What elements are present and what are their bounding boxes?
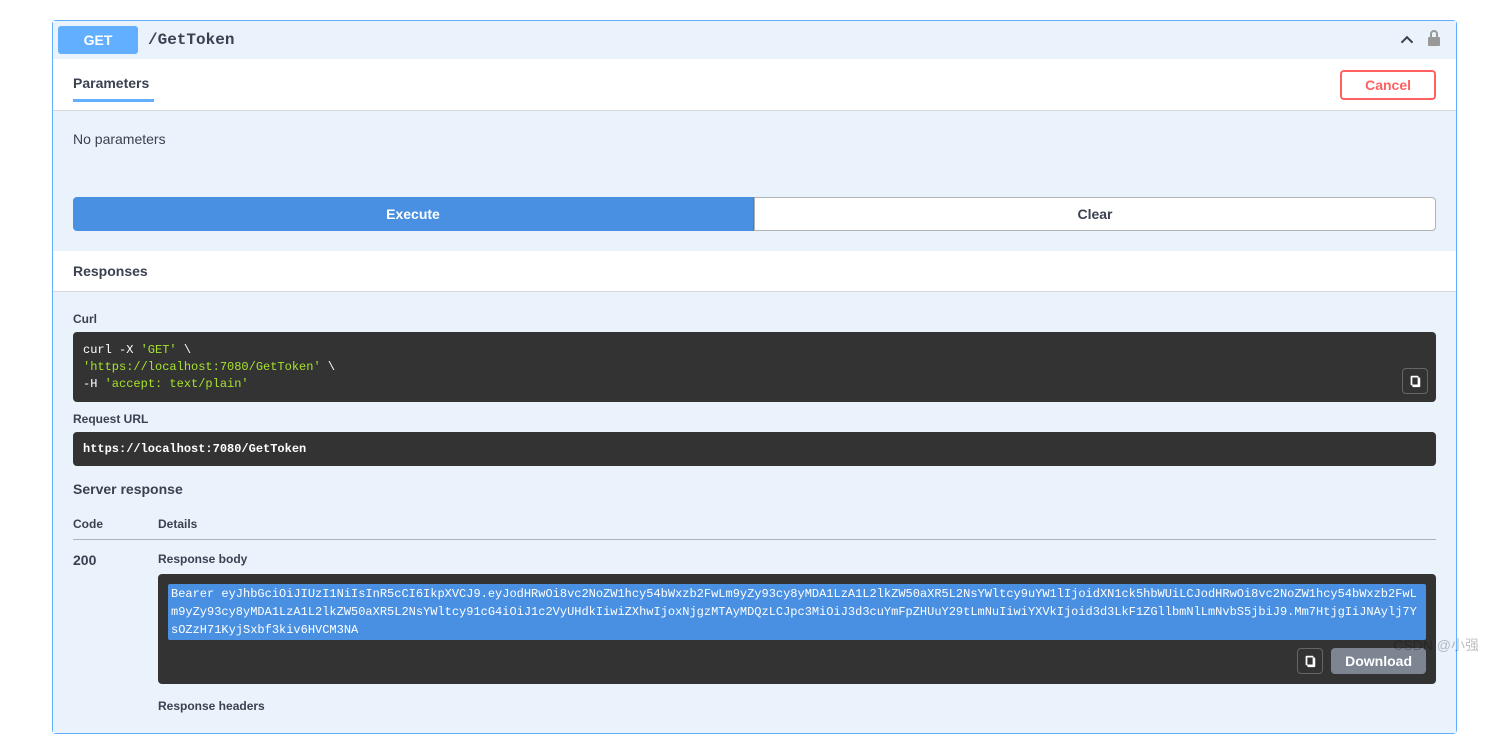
no-parameters-text: No parameters [73,131,1436,147]
endpoint-path: /GetToken [148,31,1397,49]
tab-parameters[interactable]: Parameters [73,67,154,102]
tab-header: Parameters Cancel [53,59,1456,110]
parameters-section: No parameters Execute Clear [53,111,1456,251]
status-code: 200 [73,540,158,714]
response-body-text: Bearer eyJhbGciOiJIUzI1NiIsInR5cCI6IkpXV… [168,584,1426,640]
response-table: Code Details 200 Response body Bearer ey… [73,509,1436,713]
lock-icon[interactable] [1427,30,1441,51]
server-response-label: Server response [73,481,1436,497]
http-method-badge: GET [58,26,138,54]
copy-response-button[interactable] [1297,648,1323,674]
responses-header: Responses [53,251,1456,291]
request-url-label: Request URL [73,412,1436,426]
operation-block: GET /GetToken Parameters Cancel No param… [52,20,1457,734]
response-row: 200 Response body Bearer eyJhbGciOiJIUzI… [73,540,1436,714]
response-body-label: Response body [158,552,1436,566]
copy-curl-button[interactable] [1402,368,1428,394]
cancel-button[interactable]: Cancel [1340,70,1436,100]
chevron-up-icon[interactable] [1397,30,1417,50]
execute-button[interactable]: Execute [73,197,754,231]
response-body-block: Bearer eyJhbGciOiJIUzI1NiIsInR5cCI6IkpXV… [158,574,1436,684]
curl-label: Curl [73,312,1436,326]
details-header: Details [158,509,1436,540]
clear-button[interactable]: Clear [754,197,1436,231]
operation-summary[interactable]: GET /GetToken [53,21,1456,59]
request-url-block: https://localhost:7080/GetToken [73,432,1436,466]
summary-controls [1397,30,1451,51]
code-header: Code [73,509,158,540]
responses-section: Curl curl -X 'GET' \ 'https://localhost:… [53,292,1456,733]
responses-title: Responses [73,263,1436,279]
response-headers-label: Response headers [158,699,1436,713]
download-button[interactable]: Download [1331,648,1426,674]
curl-block: curl -X 'GET' \ 'https://localhost:7080/… [73,332,1436,402]
